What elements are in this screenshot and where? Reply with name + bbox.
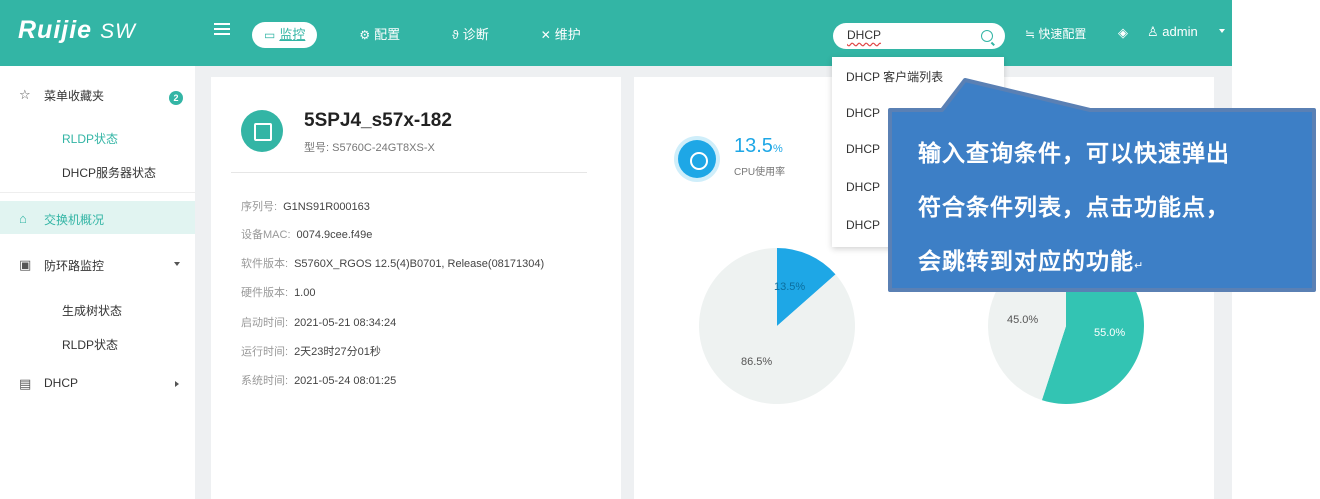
user-icon: ♙ xyxy=(1147,24,1163,39)
main-nav-tabs: ▭ 监控 ⚙ 配置 ϑ 诊断 ✕ 维护 xyxy=(252,22,621,48)
chevron-down-icon[interactable] xyxy=(174,262,180,266)
search-icon[interactable] xyxy=(981,30,993,42)
layers-icon[interactable]: ◈ xyxy=(1118,25,1128,41)
cpu-pie-slice-label: 13.5% xyxy=(774,281,806,293)
memory-pie-free-label: 45.0% xyxy=(1007,314,1039,326)
dropdown-item[interactable]: DHCP xyxy=(846,218,880,232)
device-model: 型号: S5760C-24GT8XS-X xyxy=(304,142,435,154)
tab-maintain[interactable]: ✕ 维护 xyxy=(529,22,593,48)
callout-line-2: 符合条件列表，点击功能点， xyxy=(918,194,1230,220)
user-menu[interactable]: ♙ admin xyxy=(1147,24,1198,40)
display-icon: ▣ xyxy=(19,257,32,272)
cpu-usage-value: 13.5% xyxy=(734,135,783,157)
tab-diagnose[interactable]: ϑ 诊断 xyxy=(440,22,501,48)
chevron-down-icon[interactable] xyxy=(1219,29,1225,33)
cpu-icon xyxy=(678,140,716,178)
gear-icon: ⚙ xyxy=(359,28,371,42)
device-name: 5SPJ4_s57x-182 xyxy=(304,110,452,131)
star-folder-icon: ☆ xyxy=(19,87,31,102)
tools-icon: ✕ xyxy=(540,28,551,42)
cpu-pie-chart xyxy=(699,248,855,404)
info-serial: 序列号: G1NS91R000163 xyxy=(241,201,370,213)
divider xyxy=(231,172,587,173)
callout-line-3: 会跳转到对应的功能↵ xyxy=(918,248,1145,274)
quick-config-icon: ≒ xyxy=(1025,27,1039,41)
network-icon: ▤ xyxy=(19,376,32,391)
info-software: 软件版本: S5760X_RGOS 12.5(4)B0701, Release(0… xyxy=(241,258,545,270)
callout-line-1: 输入查询条件，可以快速弹出 xyxy=(918,140,1230,166)
quick-config-link[interactable]: ≒ 快速配置 xyxy=(1025,25,1086,42)
tab-monitor[interactable]: ▭ 监控 xyxy=(252,22,318,48)
info-boot-time: 启动时间: 2021-05-21 08:34:24 xyxy=(241,317,397,329)
search-input[interactable]: DHCP xyxy=(847,28,881,42)
chevron-right-icon[interactable] xyxy=(175,381,179,387)
info-hardware: 硬件版本: 1.00 xyxy=(241,287,316,299)
tab-config[interactable]: ⚙ 配置 xyxy=(347,22,412,48)
info-uptime: 运行时间: 2天23时27分01秒 xyxy=(241,346,381,358)
monitor-icon: ▭ xyxy=(264,28,276,42)
cpu-usage-label: CPU使用率 xyxy=(734,167,786,178)
menu-toggle-icon[interactable] xyxy=(214,23,230,37)
stethoscope-icon: ϑ xyxy=(452,28,459,42)
switch-icon xyxy=(241,110,283,152)
dropdown-item[interactable]: DHCP xyxy=(846,106,880,120)
sidebar-divider xyxy=(0,192,195,193)
info-mac: 设备MAC: 0074.9cee.f49e xyxy=(241,229,373,241)
memory-pie-slice-label: 55.0% xyxy=(1094,327,1126,339)
brand-logo[interactable]: Ruijie SW xyxy=(18,16,136,45)
dropdown-item[interactable]: DHCP xyxy=(846,180,880,194)
top-navbar: Ruijie SW ▭ 监控 ⚙ 配置 ϑ 诊断 ✕ 维护 DHCP ≒ 快速配置… xyxy=(0,0,1232,66)
home-icon: ⌂ xyxy=(19,211,27,226)
dropdown-item[interactable]: DHCP 客户端列表 xyxy=(846,68,943,85)
favorites-count-badge: 2 xyxy=(169,91,183,105)
dropdown-item[interactable]: DHCP xyxy=(846,142,880,156)
cpu-pie-free-label: 86.5% xyxy=(741,356,773,368)
search-box[interactable]: DHCP xyxy=(833,23,1005,49)
info-system-time: 系统时间: 2021-05-24 08:01:25 xyxy=(241,375,397,387)
